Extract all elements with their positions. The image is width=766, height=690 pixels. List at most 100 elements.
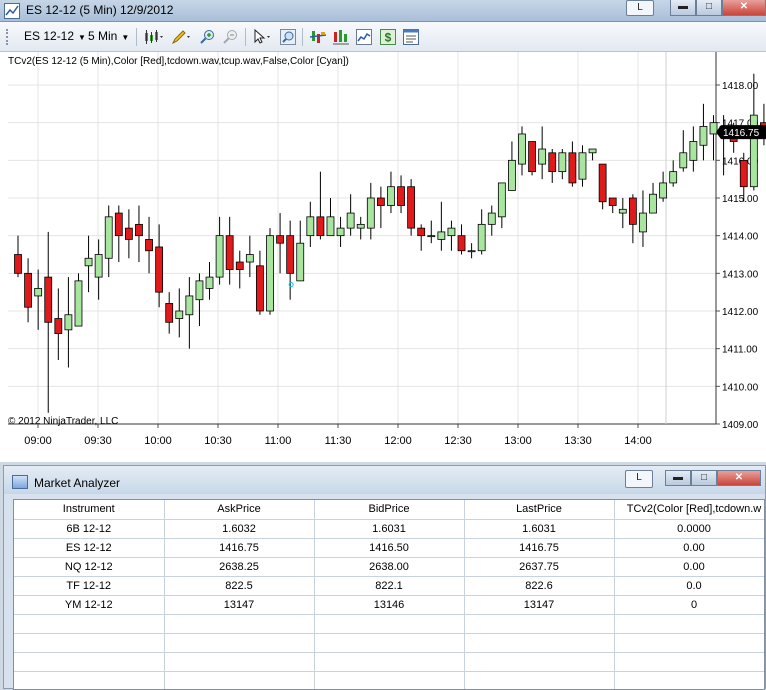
y-tick-label: 1414.00 — [722, 232, 759, 243]
market-analyzer-grid[interactable]: Instrument AskPrice BidPrice LastPrice T… — [13, 499, 765, 690]
candle-body — [235, 261, 244, 270]
header-row: Instrument AskPrice BidPrice LastPrice T… — [14, 500, 764, 520]
chart-titlebar[interactable]: ES 12-12 (5 Min) 12/9/2012 L ▬ □ ✕ — [0, 0, 766, 22]
column-header-instrument[interactable]: Instrument — [14, 500, 165, 520]
link-button[interactable]: L — [625, 470, 653, 488]
ask-price-cell: 1.6032 — [164, 519, 315, 539]
strategies-icon[interactable] — [333, 29, 349, 45]
table-row[interactable]: 6B 12-12 1.6032 1.6031 1.6031 0.0000 — [14, 519, 764, 539]
candle-body — [296, 242, 305, 282]
maximize-button[interactable]: □ — [696, 0, 722, 16]
drawing-tool-pencil-icon[interactable] — [171, 29, 193, 45]
candle-body — [306, 216, 315, 237]
indicators-icon[interactable] — [310, 29, 326, 45]
candle-body — [175, 310, 184, 319]
last-price-cell: 1.6031 — [464, 519, 615, 539]
empty-row[interactable] — [14, 633, 764, 653]
instrument-dropdown[interactable]: ES 12-12 ▼ — [24, 29, 86, 43]
candle-body — [548, 152, 557, 173]
candle-body — [618, 208, 627, 214]
candle-body — [266, 235, 274, 312]
x-tick-label: 13:00 — [504, 435, 532, 447]
candle-body — [276, 235, 284, 244]
last-price-cell: 2637.75 — [464, 557, 615, 577]
column-header-tcv2[interactable]: TCv2(Color [Red],tcdown.w — [614, 500, 764, 520]
table-row[interactable]: ES 12-12 1416.75 1416.50 1416.75 0.00 — [14, 538, 764, 558]
column-header-bidprice[interactable]: BidPrice — [314, 500, 465, 520]
x-tick-label: 11:30 — [325, 435, 352, 447]
candle-body — [639, 212, 647, 233]
dollar-icon[interactable]: $ — [380, 29, 396, 45]
table-row[interactable]: TF 12-12 822.5 822.1 822.6 0.0 — [14, 576, 764, 596]
candle-body — [155, 246, 164, 293]
price-chart[interactable]: 09:00 09:30 10:00 10:30 11:00 11:30 12:00 12:30… — [0, 52, 766, 462]
interval-label: 5 Min — [88, 29, 118, 43]
x-tick-label: 13:30 — [564, 435, 592, 447]
interval-dropdown[interactable]: 5 Min ▼ — [88, 29, 129, 43]
table-row[interactable]: YM 12-12 13147 13146 13147 0 — [14, 595, 764, 615]
last-price-cell: 1416.75 — [464, 538, 615, 558]
empty-row[interactable] — [14, 652, 764, 672]
ask-price-cell: 1416.75 — [164, 538, 315, 558]
minimize-button[interactable]: ▬ — [670, 0, 696, 16]
minimize-button[interactable]: ▬ — [665, 470, 691, 486]
zoom-in-icon[interactable] — [199, 29, 215, 45]
market-analyzer-table: Instrument AskPrice BidPrice LastPrice T… — [14, 500, 764, 689]
candle-body — [336, 227, 345, 237]
close-button[interactable]: ✕ — [722, 0, 766, 16]
properties-icon[interactable] — [403, 29, 419, 45]
tcv2-cell: 0.0 — [614, 576, 764, 596]
market-analyzer-titlebar[interactable]: Market Analyzer L ▬ □ ✕ — [4, 466, 765, 494]
chart-style-button[interactable] — [143, 29, 165, 45]
candle-body — [578, 152, 587, 180]
candle-body — [376, 197, 385, 206]
x-tick-label: 12:30 — [444, 435, 472, 447]
candle-body — [699, 126, 708, 146]
magnifier-icon[interactable] — [280, 29, 296, 45]
instrument-cell: NQ 12-12 — [14, 557, 165, 577]
candle-body — [598, 163, 607, 203]
bid-price-cell: 2638.00 — [314, 557, 465, 577]
table-row[interactable]: NQ 12-12 2638.25 2638.00 2637.75 0.00 — [14, 557, 764, 577]
candle-body — [326, 216, 335, 237]
zoom-out-icon[interactable] — [222, 29, 238, 45]
maximize-button[interactable]: □ — [691, 470, 717, 486]
candle-body — [477, 223, 486, 252]
candle-body — [195, 280, 204, 301]
chart-window: ES 12-12 (5 Min) 12/9/2012 L ▬ □ ✕ ES 12… — [0, 0, 766, 462]
empty-row[interactable] — [14, 671, 764, 689]
market-analyzer-buttons: L ▬ □ ✕ — [625, 470, 761, 488]
candle-body — [538, 148, 547, 165]
instrument-label: ES 12-12 — [24, 29, 75, 43]
x-tick-label: 12:00 — [384, 435, 412, 447]
candle-body — [24, 272, 32, 308]
data-series-icon[interactable] — [356, 29, 372, 45]
candle-body — [135, 223, 143, 237]
last-price-label: 1416.75 — [723, 128, 760, 139]
chart-window-buttons: L ▬ □ ✕ — [626, 0, 766, 18]
x-tick-label: 10:00 — [144, 435, 172, 447]
bid-price-cell: 13146 — [314, 595, 465, 615]
toolbar-grip[interactable] — [6, 29, 9, 45]
candle-body — [34, 287, 43, 297]
column-header-lastprice[interactable]: LastPrice — [464, 500, 615, 520]
x-tick-label: 10:30 — [204, 435, 232, 447]
column-header-askprice[interactable]: AskPrice — [164, 500, 315, 520]
chevron-down-icon: ▼ — [78, 33, 86, 42]
y-tick-label: 1409.00 — [722, 420, 759, 431]
market-analyzer-window: Market Analyzer L ▬ □ ✕ Instrument AskPr… — [3, 465, 766, 690]
candle-body — [558, 152, 567, 173]
close-button[interactable]: ✕ — [717, 470, 761, 486]
candle-body — [145, 239, 153, 252]
cursor-pointer-icon[interactable] — [252, 29, 274, 45]
instrument-cell: 6B 12-12 — [14, 519, 165, 539]
candle-body — [104, 216, 113, 259]
link-button[interactable]: L — [626, 0, 654, 16]
chevron-down-icon: ▼ — [121, 33, 130, 42]
empty-row[interactable] — [14, 614, 764, 634]
candle-body — [74, 280, 83, 327]
toolbar-separator — [302, 28, 303, 46]
candle-body — [568, 152, 577, 184]
chart-app-icon — [4, 3, 20, 19]
ask-price-cell: 822.5 — [164, 576, 315, 596]
